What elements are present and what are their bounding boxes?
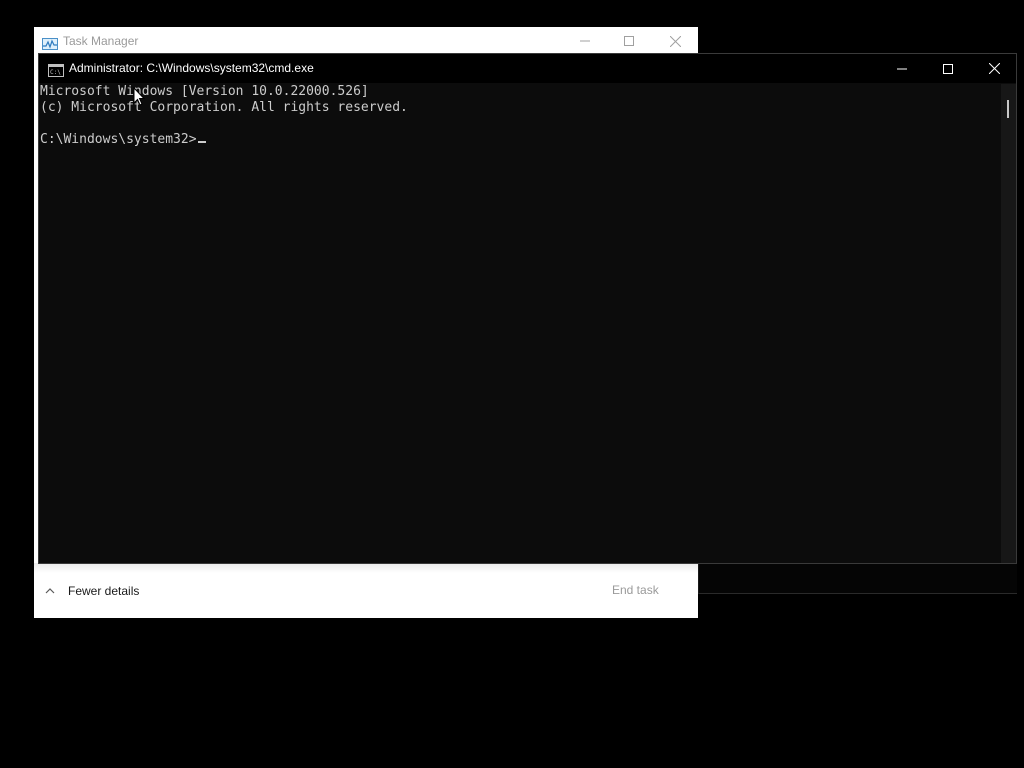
text-cursor: [197, 141, 206, 143]
close-icon: [988, 63, 1000, 74]
task-manager-titlebar[interactable]: Task Manager: [34, 27, 698, 55]
cmd-maximize-button[interactable]: [925, 54, 971, 83]
close-icon: [669, 35, 681, 47]
svg-text:C:\: C:\: [50, 69, 61, 76]
cmd-close-button[interactable]: [971, 54, 1017, 83]
console-scrollbar[interactable]: [1001, 84, 1016, 563]
task-manager-footer: Fewer details End task: [34, 563, 698, 618]
task-manager-title: Task Manager: [63, 34, 139, 48]
console-line: (c) Microsoft Corporation. All rights re…: [40, 100, 408, 115]
cmd-titlebar[interactable]: C:\ Administrator: C:\Windows\system32\c…: [39, 54, 1016, 83]
cmd-minimize-button[interactable]: [879, 54, 925, 83]
chevron-up-icon: [45, 588, 55, 594]
cmd-title: Administrator: C:\Windows\system32\cmd.e…: [69, 61, 314, 75]
console-line: Microsoft Windows [Version 10.0.22000.52…: [40, 84, 369, 99]
fewer-details-button[interactable]: Fewer details: [44, 583, 139, 599]
end-task-button[interactable]: End task: [612, 583, 659, 597]
console-prompt: C:\Windows\system32>: [40, 132, 197, 147]
scrollbar-thumb[interactable]: [1007, 100, 1009, 118]
console-prompt-line[interactable]: C:\Windows\system32>: [40, 132, 1000, 148]
window-shadow: [698, 564, 1017, 594]
task-manager-close-button[interactable]: [652, 27, 698, 55]
cmd-window[interactable]: C:\ Administrator: C:\Windows\system32\c…: [38, 53, 1017, 564]
maximize-icon: [943, 63, 953, 74]
task-manager-maximize-button[interactable]: [606, 27, 652, 55]
fewer-details-label: Fewer details: [68, 584, 140, 598]
task-manager-minimize-button[interactable]: [562, 27, 608, 55]
task-manager-icon: [42, 35, 58, 50]
console-output[interactable]: Microsoft Windows [Version 10.0.22000.52…: [40, 84, 1000, 562]
minimize-icon: [580, 40, 590, 42]
maximize-icon: [624, 36, 634, 46]
cmd-icon: C:\: [48, 62, 64, 77]
minimize-icon: [897, 68, 907, 69]
